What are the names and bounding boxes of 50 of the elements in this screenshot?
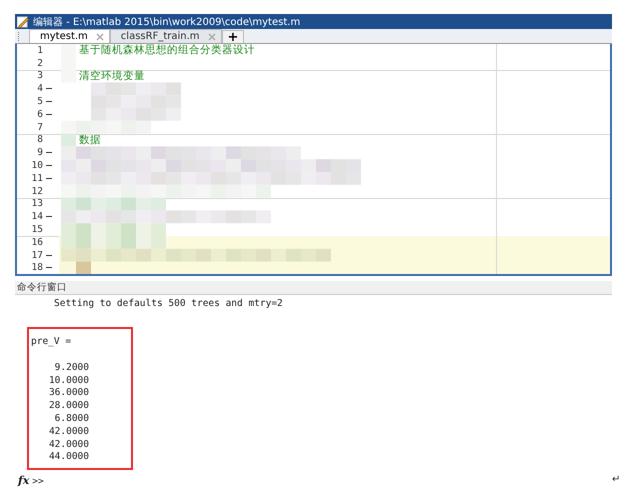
line-number: 5: [36, 96, 43, 108]
file-tab[interactable]: mytest.m: [29, 29, 110, 43]
line-number: 15: [30, 224, 43, 236]
line-number: 1: [36, 44, 43, 56]
window-title: 编辑器 - E:\matlab 2015\bin\work2009\code\mytest.m: [33, 16, 300, 28]
line-number: 13: [30, 198, 43, 210]
breakpoint-dash-icon[interactable]: [46, 114, 52, 115]
output-value: 6.8000: [54, 412, 89, 426]
line-number: 4: [36, 83, 43, 94]
command-prompt[interactable]: >>: [32, 476, 44, 489]
output-value: 36.0000: [48, 387, 89, 400]
line-number: 3: [36, 70, 43, 82]
file-tab[interactable]: classRF_train.m: [110, 29, 222, 43]
line-number: 12: [30, 186, 43, 197]
line-number: 17: [30, 250, 43, 261]
code-comment: 清空环境变量: [79, 69, 145, 83]
output-value: 28.0000: [48, 400, 89, 413]
function-icon[interactable]: fx: [18, 475, 30, 488]
output-value: 9.2000: [54, 362, 89, 375]
line-number: 18: [30, 262, 43, 274]
pencil-icon: [17, 16, 29, 28]
line-number: 11: [30, 172, 43, 184]
line-number: 9: [36, 147, 43, 158]
paragraph-mark: ↵: [612, 474, 620, 485]
output-value: 10.0000: [48, 374, 89, 388]
breakpoint-dash-icon[interactable]: [46, 88, 52, 90]
code-comment: 数据: [79, 132, 101, 147]
breakpoint-dash-icon[interactable]: [46, 254, 52, 256]
line-number: 14: [30, 211, 43, 222]
line-number: 2: [36, 58, 43, 69]
output-value: 42.0000: [48, 426, 89, 439]
breakpoint-dash-icon[interactable]: [46, 178, 52, 179]
code-comment: 基于随机森林思想的组合分类器设计: [79, 43, 255, 58]
output-value: 44.0000: [48, 451, 89, 464]
line-number: 16: [30, 236, 43, 248]
line-number: 8: [36, 134, 43, 146]
breakpoint-dash-icon[interactable]: [46, 152, 52, 154]
line-number: 6: [36, 108, 43, 120]
output-text: Setting to defaults 500 trees and mtry=2: [53, 298, 284, 312]
output-value: 42.0000: [48, 438, 89, 452]
tab-grip-icon: [18, 32, 21, 41]
breakpoint-dash-icon[interactable]: [46, 267, 52, 268]
variable-name: pre_V =: [31, 336, 72, 349]
new-tab-button[interactable]: +: [222, 30, 244, 43]
breakpoint-dash-icon[interactable]: [46, 101, 52, 102]
line-number: 10: [30, 160, 43, 172]
breakpoint-dash-icon[interactable]: [46, 165, 52, 166]
line-number: 7: [36, 122, 43, 133]
panel-title: 命令行窗口: [17, 281, 67, 294]
breakpoint-dash-icon[interactable]: [46, 216, 52, 218]
